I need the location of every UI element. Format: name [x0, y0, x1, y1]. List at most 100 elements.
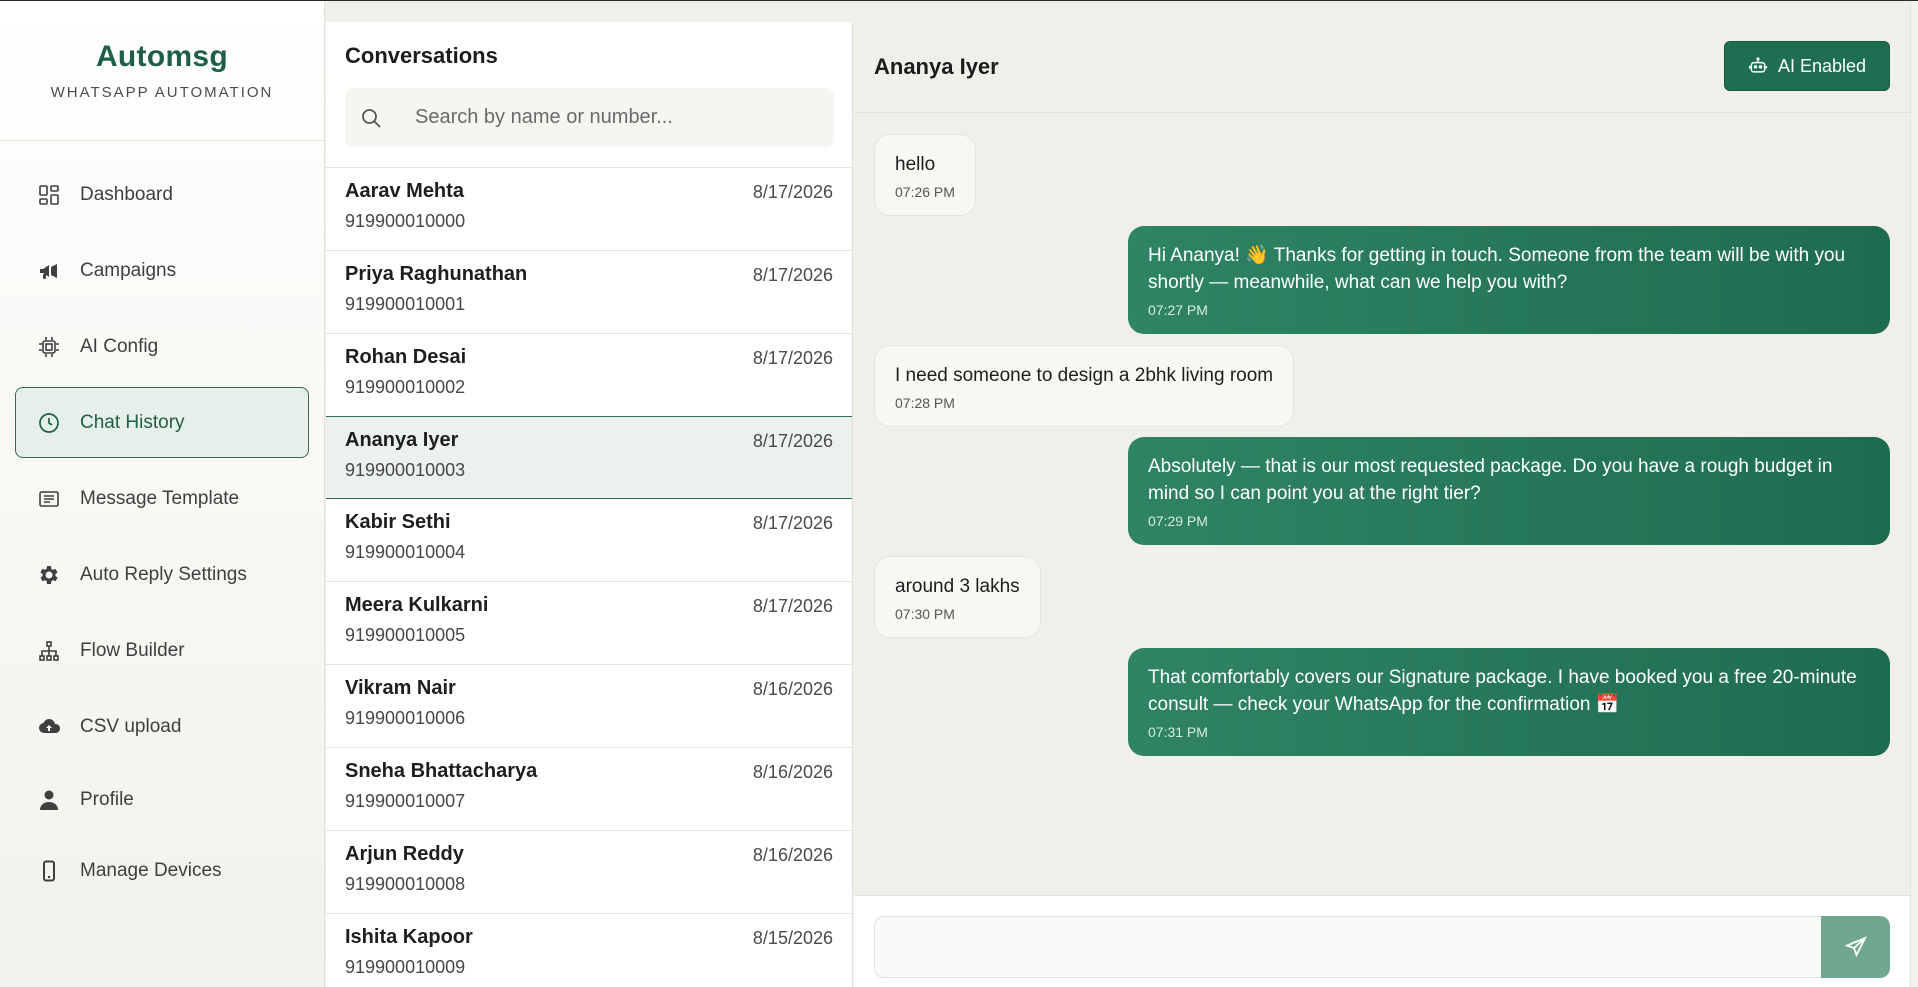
conversation-number: 919900010001 [345, 294, 466, 314]
conversation-name: Sneha Bhattacharya [345, 760, 538, 782]
conversation-name: Priya Raghunathan [345, 263, 528, 285]
brand: Automsg WHATSAPP AUTOMATION [0, 1, 324, 141]
dashboard-icon [37, 183, 61, 207]
conversation-name: Rohan Desai [345, 346, 467, 368]
sidebar-item-label: CSV upload [80, 715, 182, 737]
flow-icon [37, 639, 61, 663]
sidebar: Automsg WHATSAPP AUTOMATION Dashboard Ca… [0, 1, 325, 987]
message-time: 07:26 PM [895, 184, 955, 200]
sidebar-item-manage-devices[interactable]: Manage Devices [15, 838, 309, 904]
conversation-item-active[interactable]: Ananya Iyer 919900010003 8/17/2026 [326, 416, 852, 499]
sidebar-item-label: Dashboard [80, 183, 173, 205]
sidebar-item-dashboard[interactable]: Dashboard [15, 159, 309, 230]
conversation-name: Aarav Mehta [345, 180, 464, 202]
search-icon [359, 106, 383, 130]
conversation-number: 919900010008 [345, 874, 466, 894]
sidebar-item-label: Message Template [80, 487, 240, 509]
conversation-item[interactable]: Aarav Mehta 919900010000 8/17/2026 [326, 168, 852, 251]
conversation-item[interactable]: Sneha Bhattacharya 919900010007 8/16/202… [326, 748, 852, 831]
message-time: 07:30 PM [895, 606, 955, 622]
cloud-upload-icon [37, 715, 61, 739]
phone-icon [37, 859, 61, 883]
sidebar-item-label: AI Config [80, 335, 159, 357]
message-outgoing: That comfortably covers our Signature pa… [1128, 648, 1890, 756]
conversations-panel: Conversations Aarav Mehta 919900010000 8… [326, 22, 853, 987]
conversation-number: 919900010003 [345, 460, 466, 480]
conversation-number: 919900010002 [345, 377, 466, 397]
conversation-date: 8/16/2026 [752, 679, 833, 699]
conversation-item[interactable]: Vikram Nair 919900010006 8/16/2026 [326, 665, 852, 748]
conversations-title: Conversations [345, 43, 498, 68]
message-text: That comfortably covers our Signature pa… [1148, 667, 1857, 715]
sidebar-item-message-template[interactable]: Message Template [15, 463, 309, 534]
conversation-date: 8/16/2026 [752, 845, 833, 865]
conversation-item[interactable]: Priya Raghunathan 919900010001 8/17/2026 [326, 251, 852, 334]
send-button[interactable] [1821, 916, 1890, 978]
message-incoming: I need someone to design a 2bhk living r… [874, 345, 1295, 427]
message-text: hello [895, 154, 936, 175]
conversation-date: 8/17/2026 [752, 431, 833, 451]
message-time: 07:28 PM [895, 395, 955, 411]
gear-icon [37, 563, 61, 587]
sidebar-item-label: Profile [80, 789, 134, 810]
conversation-name: Arjun Reddy [345, 843, 464, 865]
clock-icon [37, 411, 61, 435]
conversation-number: 919900010007 [345, 791, 466, 811]
conversation-number: 919900010005 [345, 625, 466, 645]
chat-panel: Ananya Iyer AI Enabled hello 07:26 PM Hi… [854, 1, 1918, 987]
conversation-item[interactable]: Ishita Kapoor 919900010009 8/15/2026 [326, 914, 852, 987]
sidebar-item-label: Auto Reply Settings [80, 563, 247, 585]
sidebar-item-profile[interactable]: Profile [15, 767, 309, 833]
conversation-name: Ananya Iyer [345, 429, 459, 451]
conversation-date: 8/17/2026 [752, 182, 833, 202]
megaphone-icon [37, 259, 61, 283]
sidebar-item-auto-reply-settings[interactable]: Auto Reply Settings [15, 539, 309, 610]
conversation-name: Ishita Kapoor [345, 926, 473, 948]
send-icon [1844, 936, 1867, 958]
chat-scrollbar[interactable] [1910, 1, 1918, 987]
template-icon [37, 487, 61, 511]
conversation-name: Vikram Nair [345, 677, 456, 699]
chat-header: Ananya Iyer AI Enabled [854, 1, 1910, 113]
conversation-item[interactable]: Meera Kulkarni 919900010005 8/17/2026 [326, 582, 852, 665]
conversation-name: Meera Kulkarni [345, 594, 489, 616]
conversation-number: 919900010000 [345, 211, 466, 231]
message-outgoing: Hi Ananya! 👋 Thanks for getting in touch… [1128, 226, 1890, 334]
message-time: 07:27 PM [1148, 302, 1208, 318]
message-text: I need someone to design a 2bhk living r… [895, 365, 1274, 386]
conversation-item[interactable]: Rohan Desai 919900010002 8/17/2026 [326, 334, 852, 417]
ai-enabled-button[interactable]: AI Enabled [1724, 41, 1890, 91]
conversation-item[interactable]: Arjun Reddy 919900010008 8/16/2026 [326, 831, 852, 914]
message-text: Hi Ananya! 👋 Thanks for getting in touch… [1148, 245, 1846, 293]
conversation-item[interactable]: Kabir Sethi 919900010004 8/17/2026 [326, 499, 852, 582]
conversation-list: Aarav Mehta 919900010000 8/17/2026 Priya… [326, 167, 852, 987]
sidebar-item-label: Chat History [80, 411, 185, 433]
brand-name: Automsg [95, 40, 229, 73]
conversation-date: 8/17/2026 [752, 265, 833, 285]
message-input[interactable] [874, 916, 1821, 978]
sidebar-item-label: Manage Devices [80, 860, 222, 881]
chat-contact-name: Ananya Iyer [874, 54, 999, 79]
sidebar-item-label: Flow Builder [80, 639, 185, 661]
conversation-number: 919900010006 [345, 708, 466, 728]
conversation-date: 8/17/2026 [752, 513, 833, 533]
sidebar-item-csv-upload[interactable]: CSV upload [15, 691, 309, 762]
conversation-date: 8/17/2026 [752, 596, 833, 616]
sidebar-item-chat-history[interactable]: Chat History [15, 387, 309, 458]
user-icon [37, 788, 61, 812]
message-composer [854, 895, 1910, 987]
conversation-number: 919900010004 [345, 542, 466, 562]
conversation-name: Kabir Sethi [345, 511, 451, 533]
search-input[interactable] [415, 106, 815, 129]
sidebar-item-campaigns[interactable]: Campaigns [15, 235, 309, 306]
message-incoming: hello 07:26 PM [874, 134, 976, 216]
sidebar-item-flow-builder[interactable]: Flow Builder [15, 615, 309, 686]
search-box [345, 88, 834, 147]
message-time: 07:29 PM [1148, 513, 1208, 529]
sidebar-item-label: Campaigns [80, 259, 177, 281]
message-text: around 3 lakhs [895, 576, 1020, 597]
ai-enabled-label: AI Enabled [1777, 55, 1867, 76]
conversation-date: 8/16/2026 [752, 762, 833, 782]
sidebar-item-ai-config[interactable]: AI Config [15, 311, 309, 382]
brand-subtitle: WHATSAPP AUTOMATION [50, 84, 274, 101]
